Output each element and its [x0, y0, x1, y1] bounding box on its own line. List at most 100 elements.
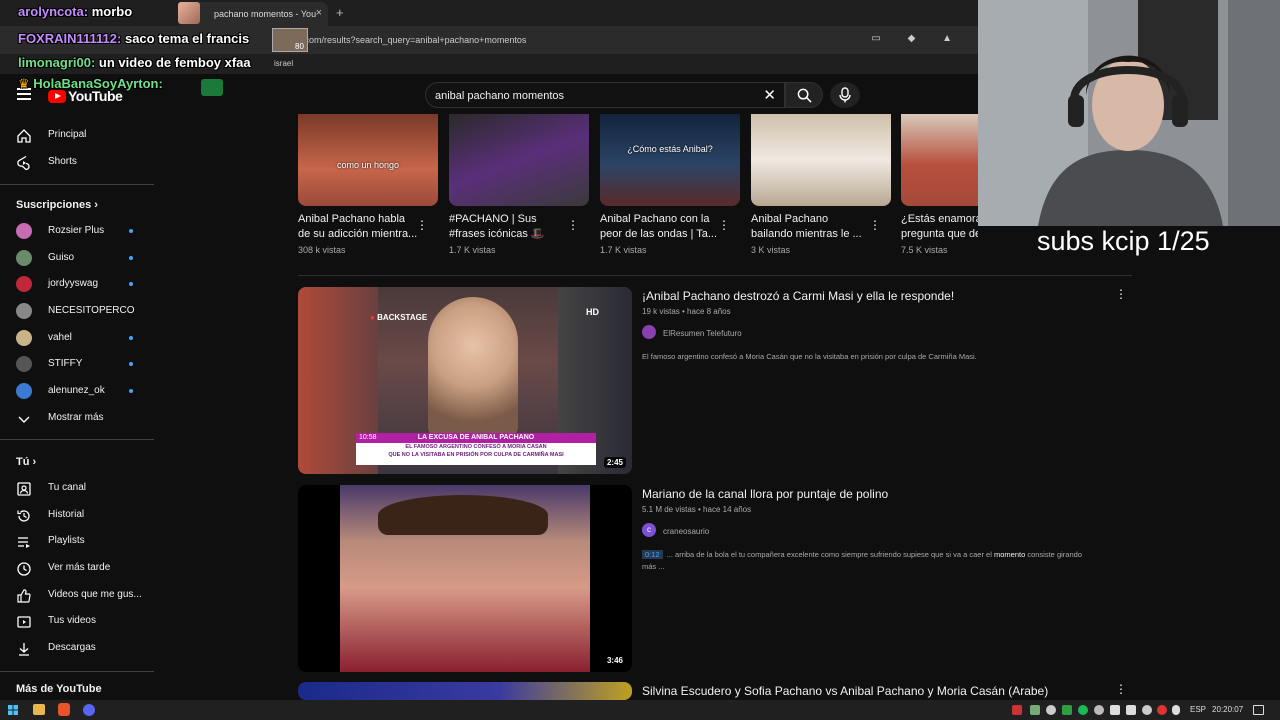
- download-icon: [19, 643, 29, 656]
- more-options-icon[interactable]: ⋮: [416, 218, 428, 232]
- tray-icon[interactable]: [1030, 705, 1040, 715]
- extension-icons[interactable]: ▭ ◆ ▲: [871, 33, 964, 44]
- tray-icon[interactable]: [1142, 705, 1152, 715]
- more-options-icon[interactable]: ⋮: [869, 218, 881, 232]
- short-thumbnail[interactable]: [751, 114, 891, 206]
- lower-third: LA EXCUSA DE ANIBAL PACHANO EL FAMOSO AR…: [356, 433, 596, 465]
- tray-icon[interactable]: [1062, 705, 1072, 715]
- short-card[interactable]: ¿Cómo estás Anibal? Anibal Pachano con l…: [600, 114, 740, 255]
- more-options-icon[interactable]: ⋮: [718, 218, 730, 232]
- network-icon[interactable]: [1126, 705, 1136, 715]
- clock[interactable]: 20:20:07: [1212, 705, 1243, 714]
- sidebar-item-liked-videos[interactable]: Videos que me gus...: [0, 582, 154, 608]
- mic-tray-icon[interactable]: [1172, 705, 1180, 715]
- search-input[interactable]: anibal pachano momentos ✕: [425, 82, 785, 108]
- volume-icon[interactable]: [1110, 705, 1120, 715]
- short-card[interactable]: Anibal Pachano bailando mientras le ... …: [751, 114, 891, 255]
- voice-search-button[interactable]: [830, 82, 860, 108]
- short-card[interactable]: #PACHANO | Sus #frases icónicas 🎩 1.7 K …: [449, 114, 589, 255]
- headset-icon[interactable]: [1046, 705, 1056, 715]
- sidebar-item-principal[interactable]: Principal: [0, 122, 154, 148]
- short-title[interactable]: ¿Estás enamorado? pregunta que descolo..…: [901, 212, 978, 242]
- channel-name[interactable]: craneosaurio: [663, 527, 709, 536]
- sidebar-item-tus-videos[interactable]: Tus videos: [0, 608, 154, 634]
- new-tab-button[interactable]: +: [336, 5, 344, 20]
- short-thumbnail[interactable]: [449, 114, 589, 206]
- more-options-icon[interactable]: ⋮: [1115, 682, 1127, 696]
- channel-avatar[interactable]: [642, 325, 656, 339]
- video-result[interactable]: 3:46 Mariano de la canal llora por punta…: [298, 485, 1132, 675]
- sidebar-subscription[interactable]: jordyyswag: [0, 271, 154, 297]
- show-more-button[interactable]: Mostrar más: [0, 405, 154, 431]
- bookmark-item[interactable]: israel: [274, 59, 293, 68]
- short-title[interactable]: Anibal Pachano con la peor de las ondas …: [600, 212, 720, 242]
- stream-overlay-text: subs kcip 1/25: [1037, 226, 1210, 256]
- short-title[interactable]: Anibal Pachano bailando mientras le ...: [751, 212, 871, 242]
- sidebar-subscription[interactable]: vahel: [0, 325, 154, 351]
- more-options-icon[interactable]: ⋮: [1115, 287, 1127, 301]
- short-title[interactable]: #PACHANO | Sus #frases icónicas 🎩: [449, 212, 569, 242]
- search-query: anibal pachano momentos: [435, 90, 565, 102]
- short-card[interactable]: como un hongo Anibal Pachano habla de su…: [298, 114, 438, 255]
- clear-search-icon[interactable]: ✕: [763, 86, 776, 104]
- video-title[interactable]: Silvina Escudero y Sofia Pachano vs Anib…: [642, 684, 1048, 698]
- sidebar-item-label: Playlists: [48, 535, 85, 546]
- browser-tab[interactable]: pachano momentos - You ×: [180, 2, 328, 26]
- short-views: 7.5 K vistas: [901, 245, 948, 255]
- sidebar-subscription[interactable]: Guiso: [0, 245, 154, 271]
- more-options-icon[interactable]: ⋮: [567, 218, 579, 232]
- tray-icon[interactable]: [1012, 705, 1022, 715]
- notifications-icon[interactable]: [1253, 705, 1264, 715]
- divider: [0, 184, 154, 185]
- video-title[interactable]: ¡Anibal Pachano destrozó a Carmi Masi y …: [642, 289, 954, 303]
- search-icon: [797, 88, 812, 103]
- subscription-name: STIFFY: [48, 358, 83, 369]
- sidebar-item-descargas[interactable]: Descargas: [0, 635, 154, 661]
- channel-name[interactable]: ElResumen Telefuturo: [663, 329, 742, 338]
- timestamp-chip[interactable]: 0:12: [642, 550, 663, 559]
- sidebar-item-shorts[interactable]: Shorts: [0, 149, 154, 175]
- mic-icon: [839, 87, 851, 103]
- lower-third-line: QUE NO LA VISITABA EN PRISIÓN POR CULPA …: [388, 452, 564, 458]
- video-result[interactable]: ● BACKSTAGE HD LA EXCUSA DE ANIBAL PACHA…: [298, 287, 1132, 477]
- chevron-down-icon: [18, 416, 30, 423]
- short-title[interactable]: Anibal Pachano habla de su adicción mien…: [298, 212, 418, 242]
- section-divider: [298, 275, 1132, 276]
- short-thumbnail[interactable]: como un hongo: [298, 114, 438, 206]
- sidebar-item-playlists[interactable]: Playlists: [0, 528, 154, 554]
- video-result[interactable]: Silvina Escudero y Sofia Pachano vs Anib…: [298, 682, 1132, 700]
- video-thumbnail[interactable]: [298, 682, 632, 700]
- tray-icon[interactable]: [1094, 705, 1104, 715]
- sidebar-item-historial[interactable]: Historial: [0, 502, 154, 528]
- video-description: 0:12 ... arriba de la bola el tu compañe…: [642, 549, 1092, 573]
- windows-start-icon[interactable]: [8, 705, 18, 715]
- discord-icon[interactable]: [83, 704, 95, 716]
- tab-close-icon[interactable]: ×: [316, 7, 322, 19]
- new-content-dot: [129, 389, 133, 393]
- video-title[interactable]: Mariano de la canal llora por puntaje de…: [642, 487, 888, 501]
- language-indicator[interactable]: ESP: [1190, 705, 1206, 714]
- sidebar-item-tu-canal[interactable]: Tu canal: [0, 475, 154, 501]
- new-content-dot: [129, 362, 133, 366]
- sidebar-item-label: Tus videos: [48, 615, 96, 626]
- video-thumbnail[interactable]: ● BACKSTAGE HD LA EXCUSA DE ANIBAL PACHA…: [298, 287, 632, 474]
- video-thumbnail[interactable]: 3:46: [298, 485, 632, 672]
- channel-avatar[interactable]: c: [642, 523, 656, 537]
- rec-label: ● BACKSTAGE: [370, 313, 428, 322]
- file-explorer-icon[interactable]: [33, 704, 45, 715]
- url-field[interactable]: .com/results?search_query=anibal+pachano…: [302, 35, 526, 45]
- sidebar-subscription[interactable]: STIFFY: [0, 351, 154, 377]
- search-button[interactable]: [785, 82, 823, 108]
- short-card[interactable]: ¿Estás enamorado? pregunta que descolo..…: [901, 114, 978, 255]
- sidebar-subscription[interactable]: NECESITOPERCO: [0, 298, 154, 324]
- tray-icon[interactable]: [1157, 705, 1167, 715]
- subscriptions-heading[interactable]: Suscripciones ›: [16, 199, 98, 211]
- browser-icon[interactable]: [58, 703, 70, 716]
- sidebar-item-ver-mas-tarde[interactable]: Ver más tarde: [0, 555, 154, 581]
- short-thumbnail[interactable]: [901, 114, 978, 206]
- sidebar-subscription[interactable]: alenunez_ok: [0, 378, 154, 404]
- sidebar-subscription[interactable]: Rozsier Plus: [0, 218, 154, 244]
- spotify-icon[interactable]: [1078, 705, 1088, 715]
- short-thumbnail[interactable]: ¿Cómo estás Anibal?: [600, 114, 740, 206]
- you-heading[interactable]: Tú ›: [16, 456, 36, 468]
